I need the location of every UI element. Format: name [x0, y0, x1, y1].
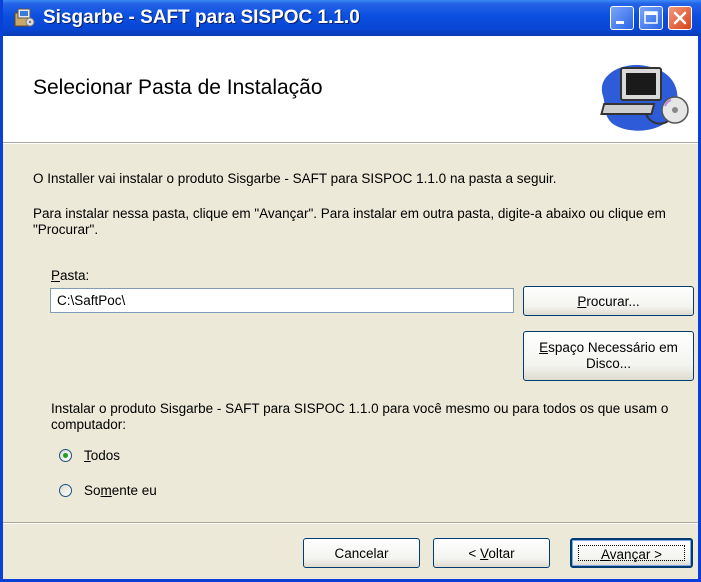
radio-only-me-circle[interactable]	[59, 484, 72, 497]
disk-space-accelerator: E	[539, 340, 549, 355]
back-button-label: oltar	[488, 546, 515, 561]
browse-button-label: rocurar...	[586, 294, 640, 309]
radio-only-me-accelerator: m	[100, 483, 112, 498]
back-button-prefix: <	[468, 546, 481, 561]
footer-divider-highlight	[3, 523, 698, 524]
minimize-icon	[616, 21, 624, 24]
computer-disc-icon	[600, 65, 689, 131]
installer-window: Sisgarbe - SAFT para SISPOC 1.1.0 Seleci…	[0, 0, 701, 582]
radio-everyone-accelerator: T	[84, 448, 91, 463]
back-button[interactable]: < Voltar	[433, 538, 550, 568]
radio-everyone-text: odos	[90, 448, 121, 463]
browse-button[interactable]: Procurar...	[523, 286, 694, 316]
disk-space-label: spaço Necessário em	[548, 340, 678, 355]
radio-selected-dot	[63, 453, 68, 458]
folder-label-accelerator: P	[51, 268, 61, 283]
title-bar[interactable]: Sisgarbe - SAFT para SISPOC 1.1.0	[3, 0, 701, 36]
folder-label: Pasta:	[51, 268, 89, 284]
header-banner: Selecionar Pasta de Instalação	[3, 36, 698, 143]
disk-space-label-line2: Disco...	[585, 356, 631, 371]
radio-everyone-circle[interactable]	[59, 449, 72, 462]
radio-only-me-prefix: So	[84, 483, 101, 498]
radio-only-me-text: ente eu	[111, 483, 157, 498]
maximize-button[interactable]	[639, 6, 663, 30]
radio-everyone-label[interactable]: Todos	[84, 448, 120, 463]
minimize-button[interactable]	[610, 6, 634, 30]
folder-path-input[interactable]	[50, 288, 514, 313]
folder-label-text: asta:	[60, 268, 90, 283]
focus-rectangle	[578, 545, 685, 561]
instructions-text: Para instalar nessa pasta, clique em "Av…	[33, 206, 666, 237]
radio-only-me-label[interactable]: Somente eu	[84, 483, 157, 498]
maximize-icon	[644, 11, 658, 24]
scope-question: Instalar o produto Sisgarbe - SAFT para …	[51, 401, 669, 432]
browse-button-accelerator: P	[577, 294, 587, 309]
cancel-button[interactable]: Cancelar	[303, 538, 420, 568]
window-title: Sisgarbe - SAFT para SISPOC 1.1.0	[43, 7, 360, 28]
banner-divider	[3, 143, 698, 144]
installer-icon	[14, 8, 35, 27]
intro-text: O Installer vai instalar o produto Sisga…	[33, 171, 557, 186]
page-title: Selecionar Pasta de Instalação	[33, 76, 323, 99]
close-icon	[673, 11, 687, 25]
next-button[interactable]: Avançar >	[570, 538, 693, 568]
close-button[interactable]	[668, 6, 692, 30]
disk-space-button[interactable]: Espaço Necessário em Disco...	[523, 331, 694, 381]
